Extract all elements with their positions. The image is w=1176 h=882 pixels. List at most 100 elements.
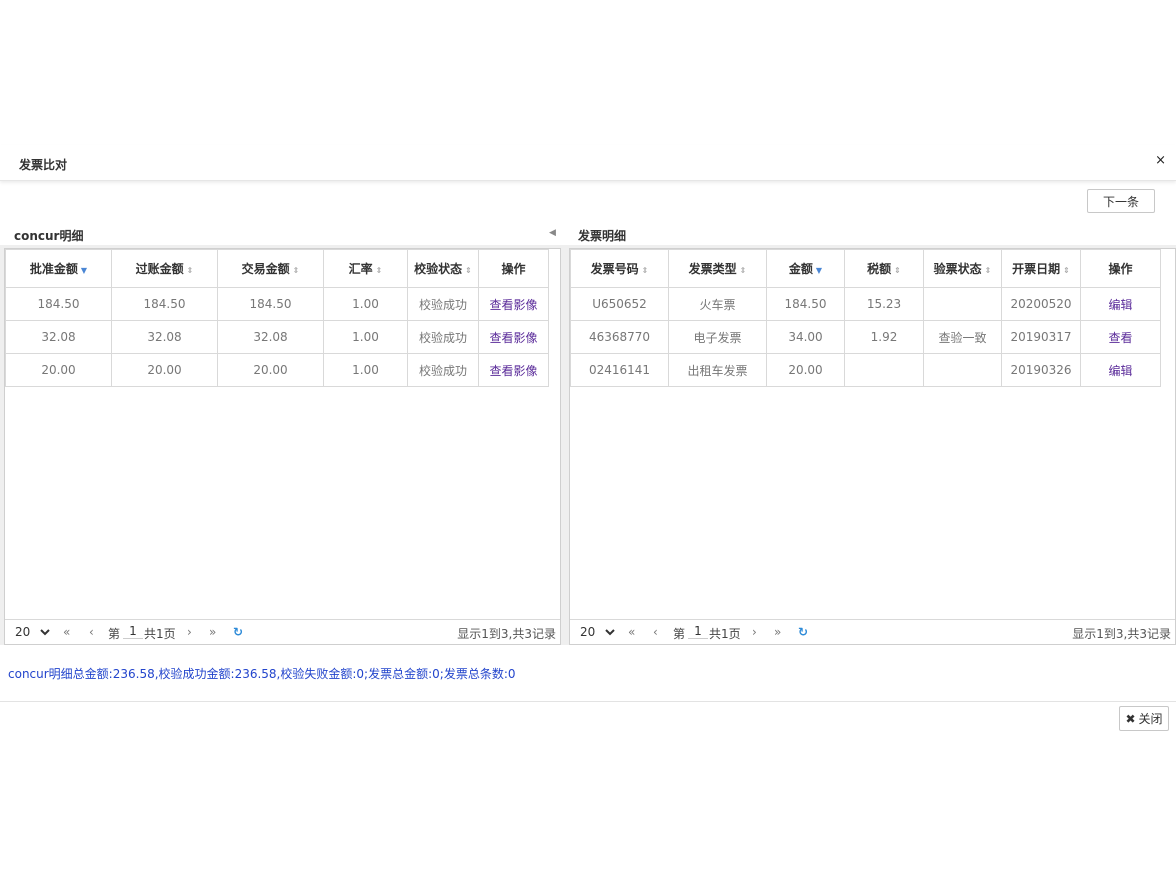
- sort-icon[interactable]: ⇕: [376, 266, 383, 275]
- column-header-approved-amount[interactable]: 批准金额 ▼: [5, 249, 112, 288]
- pager-info: 显示1到3,共3记录: [457, 627, 556, 641]
- view-link[interactable]: 查看: [1080, 320, 1161, 354]
- edit-link[interactable]: 编辑: [1080, 287, 1161, 321]
- sort-desc-icon[interactable]: ▼: [816, 266, 822, 275]
- column-header-invoice-number[interactable]: 发票号码 ⇕: [570, 249, 669, 288]
- sort-icon[interactable]: ⇕: [293, 266, 300, 275]
- column-header-transaction-amount[interactable]: 交易金额 ⇕: [217, 249, 324, 288]
- invoice-detail-panel: 发票号码 ⇕ 发票类型 ⇕ 金额 ▼ 税额 ⇕ 验票状态 ⇕ 开票日期 ⇕ 操作 U6506…: [566, 245, 1176, 645]
- column-header-posted-amount[interactable]: 过账金额 ⇕: [111, 249, 218, 288]
- sort-icon[interactable]: ⇕: [187, 266, 194, 275]
- invoice-detail-title: 发票明细: [578, 229, 627, 243]
- table-header-row: 批准金额 ▼ 过账金额 ⇕ 交易金额 ⇕ 汇率 ⇕ 校验状态 ⇕ 操作: [5, 249, 549, 288]
- cell-invoice-number: U650652: [570, 287, 669, 321]
- page-prefix: 第: [673, 627, 686, 641]
- sort-icon[interactable]: ⇕: [985, 266, 992, 275]
- cell-approved-amount: 32.08: [5, 320, 112, 354]
- next-page-icon[interactable]: ›: [187, 625, 192, 639]
- page-prefix: 第: [108, 627, 121, 641]
- cell-approved-amount: 184.50: [5, 287, 112, 321]
- cell-amount: 184.50: [766, 287, 845, 321]
- cell-posted-amount: 184.50: [111, 287, 218, 321]
- column-header-issue-date[interactable]: 开票日期 ⇕: [1001, 249, 1081, 288]
- amount-summary: concur明细总金额:236.58,校验成功金额:236.58,校验失败金额:…: [8, 667, 516, 681]
- sort-icon[interactable]: ⇕: [465, 266, 472, 275]
- cell-issue-date: 20200520: [1001, 287, 1081, 321]
- column-header-exchange-rate[interactable]: 汇率 ⇕: [323, 249, 408, 288]
- cell-approved-amount: 20.00: [5, 353, 112, 387]
- dialog-header: 发票比对 ×: [0, 145, 1176, 181]
- table-row[interactable]: 02416141 出租车发票 20.00 20190326 编辑: [570, 353, 1161, 387]
- collapse-left-icon[interactable]: ◀: [549, 228, 556, 238]
- sort-desc-icon[interactable]: ▼: [81, 266, 87, 275]
- cell-invoice-type: 火车票: [668, 287, 767, 321]
- sort-icon[interactable]: ⇕: [1063, 266, 1070, 275]
- cell-tax: 15.23: [844, 287, 924, 321]
- sort-icon[interactable]: ⇕: [894, 266, 901, 275]
- cell-exchange-rate: 1.00: [323, 353, 408, 387]
- footer-divider: [0, 701, 1176, 702]
- column-header-verify-status[interactable]: 验票状态 ⇕: [923, 249, 1002, 288]
- cell-verify-status: 查验一致: [923, 320, 1002, 354]
- column-header-tax[interactable]: 税额 ⇕: [844, 249, 924, 288]
- cell-issue-date: 20190317: [1001, 320, 1081, 354]
- last-page-icon[interactable]: »: [209, 625, 216, 639]
- refresh-icon[interactable]: ↻: [233, 625, 243, 639]
- sort-icon[interactable]: ⇕: [642, 266, 649, 275]
- table-row[interactable]: 20.00 20.00 20.00 1.00 校验成功 查看影像: [5, 353, 549, 387]
- close-icon: ✖: [1125, 712, 1136, 726]
- cell-check-status: 校验成功: [407, 287, 479, 321]
- first-page-icon[interactable]: «: [628, 625, 635, 639]
- cell-posted-amount: 32.08: [111, 320, 218, 354]
- invoice-detail-grid: 发票号码 ⇕ 发票类型 ⇕ 金额 ▼ 税额 ⇕ 验票状态 ⇕ 开票日期 ⇕ 操作 U6506…: [569, 248, 1176, 645]
- cell-invoice-number: 02416141: [570, 353, 669, 387]
- table-row[interactable]: U650652 火车票 184.50 15.23 20200520 编辑: [570, 287, 1161, 321]
- cell-transaction-amount: 32.08: [217, 320, 324, 354]
- page-number-input[interactable]: [688, 623, 708, 639]
- cell-exchange-rate: 1.00: [323, 287, 408, 321]
- next-page-icon[interactable]: ›: [752, 625, 757, 639]
- close-icon[interactable]: ×: [1155, 153, 1166, 168]
- column-header-action: 操作: [478, 249, 549, 288]
- page-size-select[interactable]: 20: [11, 623, 53, 641]
- cell-verify-status: [923, 287, 1002, 321]
- invoice-detail-table: 发票号码 ⇕ 发票类型 ⇕ 金额 ▼ 税额 ⇕ 验票状态 ⇕ 开票日期 ⇕ 操作 U6506…: [570, 249, 1161, 387]
- invoice-compare-dialog: 发票比对 × 下一条 concur明细 ◀ 发票明细 批准金额 ▼ 过账金额 ⇕ 交…: [0, 145, 1176, 735]
- first-page-icon[interactable]: «: [63, 625, 70, 639]
- table-row[interactable]: 32.08 32.08 32.08 1.00 校验成功 查看影像: [5, 320, 549, 354]
- concur-detail-title: concur明细: [14, 229, 84, 243]
- cell-tax: [844, 353, 924, 387]
- cell-exchange-rate: 1.00: [323, 320, 408, 354]
- cell-transaction-amount: 184.50: [217, 287, 324, 321]
- cell-invoice-type: 出租车发票: [668, 353, 767, 387]
- view-image-link[interactable]: 查看影像: [478, 320, 549, 354]
- page-number-input[interactable]: [123, 623, 143, 639]
- concur-detail-panel: 批准金额 ▼ 过账金额 ⇕ 交易金额 ⇕ 汇率 ⇕ 校验状态 ⇕ 操作 184.50 18…: [0, 245, 566, 645]
- edit-link[interactable]: 编辑: [1080, 353, 1161, 387]
- cell-amount: 20.00: [766, 353, 845, 387]
- table-row[interactable]: 46368770 电子发票 34.00 1.92 查验一致 20190317 查…: [570, 320, 1161, 354]
- cell-verify-status: [923, 353, 1002, 387]
- page-total: 共1页: [144, 627, 176, 641]
- last-page-icon[interactable]: »: [774, 625, 781, 639]
- prev-page-icon[interactable]: ‹: [653, 625, 658, 639]
- concur-detail-grid: 批准金额 ▼ 过账金额 ⇕ 交易金额 ⇕ 汇率 ⇕ 校验状态 ⇕ 操作 184.50 18…: [4, 248, 561, 645]
- table-row[interactable]: 184.50 184.50 184.50 1.00 校验成功 查看影像: [5, 287, 549, 321]
- view-image-link[interactable]: 查看影像: [478, 287, 549, 321]
- column-header-action: 操作: [1080, 249, 1161, 288]
- cell-transaction-amount: 20.00: [217, 353, 324, 387]
- next-record-button[interactable]: 下一条: [1087, 189, 1155, 213]
- cell-check-status: 校验成功: [407, 320, 479, 354]
- cell-tax: 1.92: [844, 320, 924, 354]
- cell-invoice-number: 46368770: [570, 320, 669, 354]
- refresh-icon[interactable]: ↻: [798, 625, 808, 639]
- prev-page-icon[interactable]: ‹: [89, 625, 94, 639]
- view-image-link[interactable]: 查看影像: [478, 353, 549, 387]
- invoice-pager: 20 « ‹ 第 共1页 › » ↻ 显示1到3,共3记录: [570, 619, 1175, 644]
- column-header-amount[interactable]: 金额 ▼: [766, 249, 845, 288]
- page-size-select[interactable]: 20: [576, 623, 618, 641]
- column-header-invoice-type[interactable]: 发票类型 ⇕: [668, 249, 767, 288]
- column-header-check-status[interactable]: 校验状态 ⇕: [407, 249, 479, 288]
- sort-icon[interactable]: ⇕: [740, 266, 747, 275]
- close-button[interactable]: ✖ 关闭: [1119, 706, 1169, 731]
